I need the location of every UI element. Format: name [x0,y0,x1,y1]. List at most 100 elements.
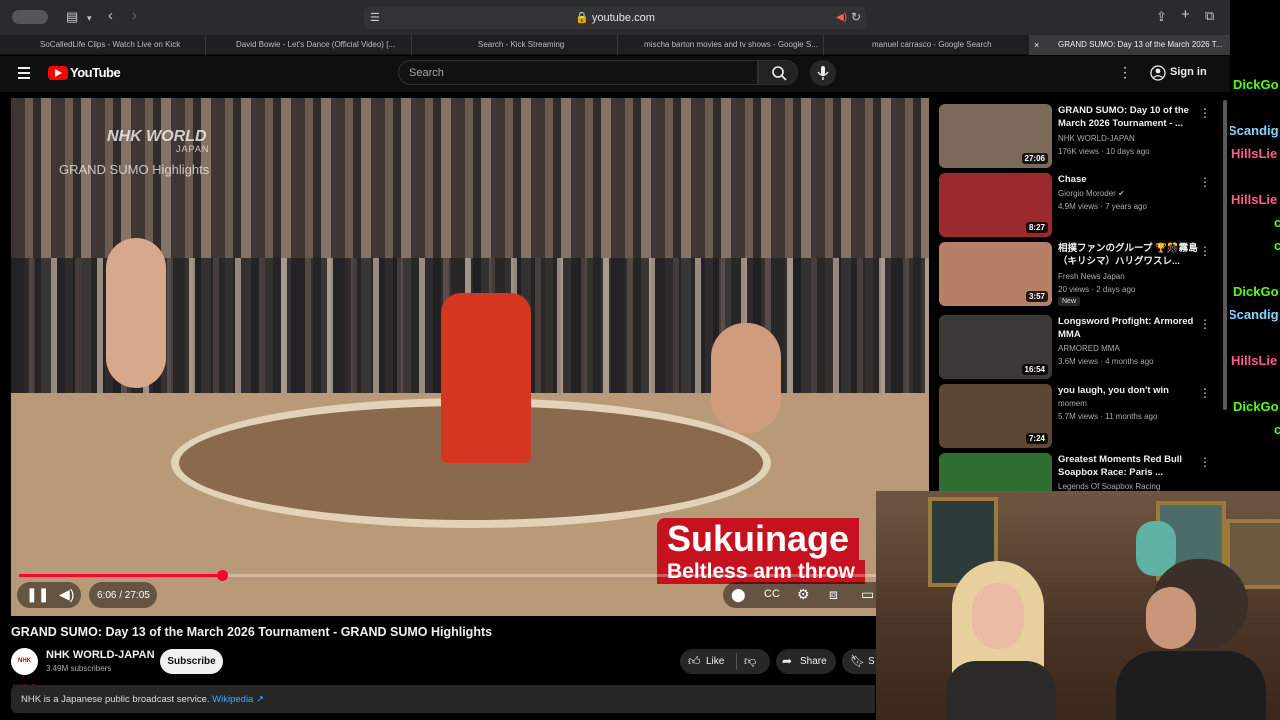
thumbs-down-icon[interactable]: 👎︎ [744,654,756,669]
channel-name[interactable]: NHK WORLD-JAPAN [46,649,155,661]
pause-icon[interactable]: ❚❚ [26,586,49,603]
related-title[interactable]: Greatest Moments Red Bull Soapbox Race: … [1058,453,1198,479]
tab-label: mischa barton movies and tv shows - Goog… [644,40,818,49]
scrollbar[interactable] [1223,100,1227,410]
chat-username: HillsLie [1231,353,1278,368]
miniplayer-icon[interactable]: ⧈ [829,586,838,603]
new-tab-icon[interactable]: + [1181,7,1190,22]
back-icon[interactable]: ‹ [108,8,113,23]
share-button[interactable]: ➦ Share [776,649,836,674]
thumbnail[interactable]: 7:24 [939,384,1052,448]
thumbnail[interactable]: 8:27 [939,173,1052,237]
more-options-icon[interactable]: ⋮ [1118,64,1132,81]
show-watermark: GRAND SUMO Highlights [59,162,210,177]
tab-overview-icon[interactable]: ⧉ [1205,9,1214,23]
tab-grand-sumo[interactable]: × GRAND SUMO: Day 13 of the March 2026 T.… [1030,35,1230,55]
bookmark-icon: 🔖︎ [850,654,866,668]
info-panel: NHK is a Japanese public broadcast servi… [11,685,875,713]
channel-avatar[interactable]: NHK WORLD [11,648,38,691]
related-item[interactable]: 16:54 Longsword Profight: Armored MMA AR… [939,315,1221,379]
voice-search-button[interactable] [810,60,836,86]
sidebar-toggle-icon[interactable]: ▤ [66,10,78,24]
like-button[interactable]: Like [706,656,724,667]
related-channel[interactable]: Fresh News Japan [1058,272,1125,281]
progress-bar[interactable] [19,570,921,581]
duration-badge: 7:24 [1025,433,1048,444]
tab-mischa-barton[interactable]: mischa barton movies and tv shows - Goog… [618,35,824,55]
chat-username: c [1274,238,1280,253]
person-left-face [972,583,1024,649]
thumbnail[interactable] [939,453,1052,491]
settings-gear-icon[interactable]: ⚙ [797,586,810,603]
mute-tab-icon[interactable]: ◀) [836,11,847,25]
sign-in-button[interactable]: Sign in [1144,62,1208,84]
subscribe-button[interactable]: Subscribe [160,649,223,674]
search-placeholder: Search [409,67,444,79]
duration-badge: 27:06 [1021,153,1048,164]
related-channel[interactable]: NHK WORLD-JAPAN [1058,134,1135,143]
chat-username: c [1274,215,1280,230]
wrestler-left [106,238,166,388]
more-options-icon[interactable]: ⋮ [1199,455,1211,469]
related-title[interactable]: 相撲ファンのグループ 🏆🎊霧島（キリシマ）ハリグワスレ... [1058,242,1198,268]
address-bar[interactable]: ☰ 🔒 youtube.com ◀) ↻ [364,6,866,29]
player-controls: ❚❚ ◀) 6:06 / 27:05 ⬤ CC ⚙ ⧈ ▭ [11,582,929,612]
search-button[interactable] [758,60,798,85]
thumbnail[interactable]: 3:57 [939,242,1052,306]
related-item[interactable]: Greatest Moments Red Bull Soapbox Race: … [939,453,1221,491]
more-options-icon[interactable]: ⋮ [1199,106,1211,120]
chat-username: HillsLie [1231,192,1278,207]
microphone-icon [817,66,829,80]
related-meta: 4.9M views · 7 years ago [1058,202,1147,211]
time-display: 6:06 / 27:05 [97,590,150,601]
more-options-icon[interactable]: ⋮ [1199,244,1211,258]
technique-caption: Sukuinage [657,518,860,560]
autoplay-toggle-icon[interactable]: ⬤ [731,587,746,603]
referee [441,293,531,463]
related-item[interactable]: 8:27 Chase Giorgio Moroder ✔ 4.9M views … [939,173,1221,237]
close-icon[interactable]: × [1034,35,1039,55]
tab-kick-socalledlife[interactable]: SoCalledLife Clips - Watch Live on Kick [0,35,206,55]
related-channel[interactable]: Giorgio Moroder ✔ [1058,189,1125,198]
menu-icon[interactable] [10,62,40,84]
related-item[interactable]: 3:57 相撲ファンのグループ 🏆🎊霧島（キリシマ）ハリグワスレ... Fres… [939,242,1221,306]
thumbnail[interactable]: 27:06 [939,104,1052,168]
person-right-body [1116,651,1266,720]
thumbnail[interactable]: 16:54 [939,315,1052,379]
window-controls[interactable] [12,10,48,24]
more-options-icon[interactable]: ⋮ [1199,386,1211,400]
subscriber-count: 3.49M subscribers [46,664,112,673]
search-input[interactable]: Search [398,60,758,85]
wikipedia-link[interactable]: Wikipedia ↗ [212,694,264,705]
volume-icon[interactable]: ◀) [59,586,74,603]
related-channel[interactable]: ARMORED MMA [1058,344,1120,353]
related-title[interactable]: Longsword Profight: Armored MMA [1058,315,1198,341]
tab-manuel-carrasco[interactable]: manuel carrasco - Google Search [824,35,1030,55]
video-player[interactable]: NHK WORLD JAPAN GRAND SUMO Highlights Su… [11,98,929,616]
youtube-logo[interactable]: YouTube [70,65,121,80]
thumbs-up-icon[interactable]: 👍︎ [688,654,701,669]
more-options-icon[interactable]: ⋮ [1199,317,1211,331]
related-title[interactable]: you laugh, you don't win [1058,384,1198,397]
related-item[interactable]: 27:06 GRAND SUMO: Day 10 of the March 20… [939,104,1221,168]
nhk-japan-watermark: JAPAN [176,144,210,154]
share-icon[interactable]: ⇪ [1156,10,1167,24]
tab-bowie[interactable]: David Bowie - Let's Dance (Official Vide… [206,35,412,55]
google-favicon-icon [634,41,642,49]
captions-icon[interactable]: CC [764,588,780,600]
theater-icon[interactable]: ▭ [861,586,874,603]
person-left-body [946,661,1056,720]
related-item[interactable]: 7:24 you laugh, you don't win momem 5.7M… [939,384,1221,448]
reload-icon[interactable]: ↻ [851,10,861,24]
youtube-logo-icon[interactable] [48,66,68,80]
related-channel[interactable]: Legends Of Soapbox Racing [1058,482,1160,491]
forward-icon[interactable]: › [132,8,137,23]
related-title[interactable]: GRAND SUMO: Day 10 of the March 2026 Tou… [1058,104,1198,130]
chevron-down-icon[interactable]: ▾ [87,11,92,25]
related-title[interactable]: Chase [1058,173,1198,186]
account-icon [1150,65,1166,81]
more-options-icon[interactable]: ⋮ [1199,175,1211,189]
duration-badge: 8:27 [1025,222,1048,233]
tab-kick-search[interactable]: Search - Kick Streaming [412,35,618,55]
related-channel[interactable]: momem [1058,399,1087,408]
